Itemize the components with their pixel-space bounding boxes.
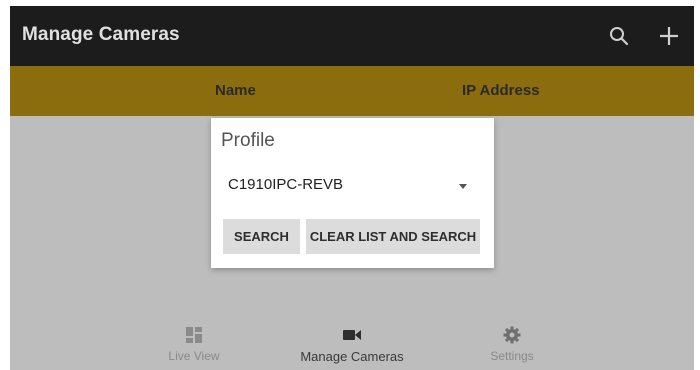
- dialog-title: Profile: [221, 130, 275, 151]
- nav-item-settings[interactable]: Settings: [452, 326, 572, 363]
- dropdown-arrow-icon[interactable]: [459, 184, 467, 189]
- plus-icon: [660, 27, 678, 45]
- profile-select[interactable]: C1910IPC-REVB: [223, 173, 478, 201]
- add-camera-button[interactable]: [655, 22, 683, 50]
- gear-icon: [503, 326, 521, 344]
- nav-item-label: Settings: [490, 349, 534, 363]
- profile-dialog: Profile C1910IPC-REVB SEARCH CLEAR LIST …: [211, 118, 494, 268]
- column-header-ip-address[interactable]: IP Address: [462, 82, 540, 99]
- search-icon: [610, 27, 629, 46]
- nav-item-manage-cameras[interactable]: Manage Cameras: [292, 326, 412, 364]
- bottom-navigation: Live View Manage Cameras Settings: [10, 316, 694, 370]
- column-header-name[interactable]: Name: [215, 82, 256, 99]
- page-title: Manage Cameras: [22, 24, 180, 45]
- search-button[interactable]: SEARCH: [223, 219, 300, 254]
- clear-list-and-search-button[interactable]: CLEAR LIST AND SEARCH: [306, 219, 480, 254]
- top-app-bar: Manage Cameras: [10, 6, 694, 66]
- nav-item-label: Manage Cameras: [300, 349, 404, 364]
- video-camera-icon: [343, 330, 361, 340]
- nav-item-label: Live View: [168, 349, 220, 363]
- table-header: Name IP Address: [10, 66, 694, 116]
- search-button[interactable]: [605, 22, 633, 50]
- nav-item-live-view[interactable]: Live View: [134, 326, 254, 363]
- grid-icon: [186, 327, 202, 343]
- profile-select-value: C1910IPC-REVB: [228, 176, 344, 193]
